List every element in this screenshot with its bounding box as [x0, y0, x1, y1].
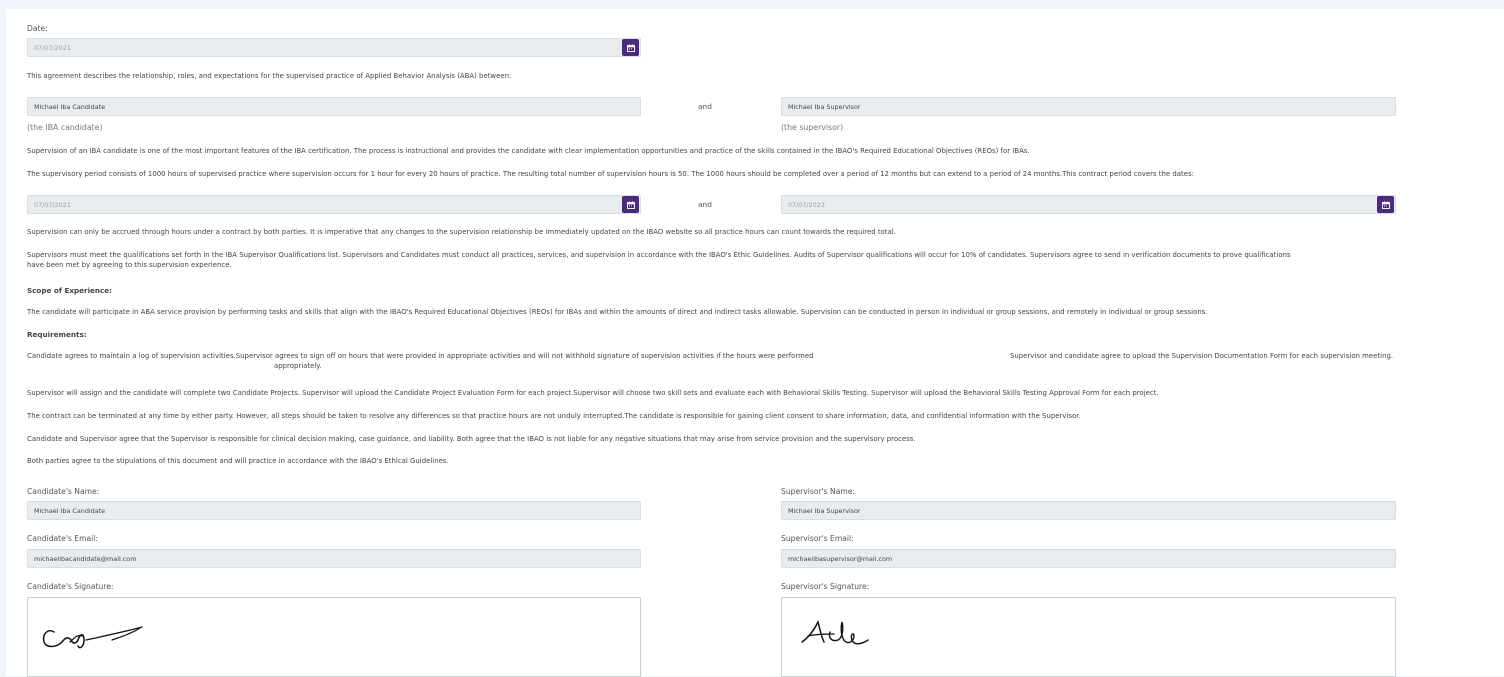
period-and-label: and	[698, 200, 712, 209]
end-date-picker-button[interactable]	[1377, 196, 1394, 213]
supervisor-signature-image	[801, 619, 869, 645]
supervisor-party-input[interactable]: Michael Iba Supervisor	[781, 97, 1396, 116]
candidate-signature-label: Candidate's Signature:	[27, 582, 114, 591]
supervisor-sublabel: (the supervisor)	[781, 123, 844, 132]
qualifications-text-line1: Supervisors must meet the qualifications…	[27, 251, 1291, 259]
candidate-signature-pad[interactable]	[27, 597, 641, 677]
period-text: The supervisory period consists of 1000 …	[27, 170, 1194, 178]
calendar-icon	[626, 200, 635, 209]
candidate-email-input[interactable]: michaelibacandidate@mail.com	[27, 549, 641, 568]
intro-text: This agreement describes the relationshi…	[27, 72, 512, 80]
supervisor-name-input[interactable]: Michael Iba Supervisor	[781, 501, 1396, 520]
candidate-name-label: Candidate's Name:	[27, 487, 100, 496]
contract-start-date-input[interactable]: 07/07/2021	[27, 195, 641, 214]
requirements-heading: Requirements:	[27, 330, 87, 339]
start-date-picker-button[interactable]	[622, 196, 639, 213]
supervisor-email-label: Supervisor's Email:	[781, 534, 854, 543]
candidate-party-input[interactable]: Michael Iba Candidate	[27, 97, 641, 116]
scope-heading: Scope of Experience:	[27, 286, 113, 295]
candidate-signature-image	[42, 626, 143, 649]
termination-text: The contract can be terminated at any ti…	[27, 412, 1081, 420]
date-input[interactable]: 07/07/2021	[27, 38, 641, 57]
supervisor-name-label: Supervisor's Name:	[781, 487, 855, 496]
supervisor-signature-label: Supervisor's Signature:	[781, 582, 870, 591]
candidate-email-label: Candidate's Email:	[27, 534, 98, 543]
agreement-form: Date: 07/07/2021 This agreement describe…	[6, 9, 1504, 677]
log-text-part3: appropriately.	[274, 362, 322, 370]
qualifications-text-line2: have been met by agreeing to this superv…	[27, 261, 232, 269]
scope-text: The candidate will participate in ABA se…	[27, 308, 1208, 316]
candidate-name-input[interactable]: Michael Iba Candidate	[27, 501, 641, 520]
supervisor-email-input[interactable]: michaelibasupervisor@mail.com	[781, 549, 1396, 568]
date-label: Date:	[27, 24, 48, 33]
contract-end-date-input[interactable]: 07/07/2023	[781, 195, 1396, 214]
date-picker-button[interactable]	[622, 39, 639, 56]
calendar-icon	[1381, 200, 1390, 209]
stipulations-text: Both parties agree to the stipulations o…	[27, 457, 449, 465]
log-text-part1: Candidate agrees to maintain a log of su…	[27, 352, 814, 360]
calendar-icon	[626, 43, 635, 52]
log-text-part2: Supervisor and candidate agree to upload…	[1010, 352, 1394, 360]
accrual-text: Supervision can only be accrued through …	[27, 228, 896, 236]
candidate-sublabel: (the IBA candidate)	[27, 123, 103, 132]
supervisor-signature-pad[interactable]	[781, 597, 1396, 677]
projects-text: Supervisor will assign and the candidate…	[27, 389, 1159, 397]
liability-text: Candidate and Supervisor agree that the …	[27, 435, 916, 443]
and-label: and	[698, 102, 712, 111]
supervision-text: Supervision of an IBA candidate is one o…	[27, 147, 1030, 155]
